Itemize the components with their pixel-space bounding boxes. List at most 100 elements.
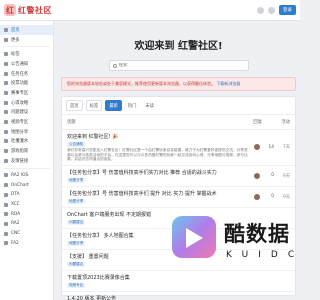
- logo-badge: 红: [4, 4, 16, 16]
- category-icon: [4, 90, 8, 95]
- table-row[interactable]: 欢迎来到 红警社区! 🎉 公告通知 我们非常高兴您能加入红警社区！红警社区是一个由红…: [62, 130, 295, 166]
- sidebar-item-label: RA2: [11, 221, 20, 227]
- topic-title[interactable]: 1.4.20 版本 更新公告: [67, 295, 260, 300]
- menu-icon[interactable]: [268, 6, 275, 14]
- sidebar-item[interactable]: RA2: [0, 219, 53, 229]
- sidebar-item-label: 视频专区: [11, 120, 29, 126]
- sidebar-item[interactable]: 投票功能: [0, 78, 53, 88]
- category-icon: [4, 183, 8, 188]
- sidebar-item-label: 地图分享: [11, 129, 29, 135]
- topic-title[interactable]: 【任务包分享】号 伤害值科技高手们 提升 对比 实力 提升 掌握战术: [67, 190, 251, 197]
- table-row[interactable]: 【任务包分享】号 伤害值科技高手们实力对比 推荐 合适的战斗实力 地图分享 0 9天: [62, 166, 295, 187]
- category-icon: [4, 52, 8, 57]
- sidebar-item[interactable]: FA2: [0, 238, 53, 248]
- topic-category: 公告通知: [67, 141, 251, 147]
- category-icon: [4, 139, 8, 144]
- activity-time: 7天: [282, 145, 290, 151]
- category-tag[interactable]: 问题建议: [67, 219, 86, 225]
- sidebar-divider: [3, 167, 50, 169]
- watermark-text: 酷数据: [224, 222, 290, 246]
- sidebar-item-label: OnChart: [11, 182, 29, 188]
- sidebar-item-label: 心得攻略: [11, 100, 29, 106]
- sidebar-item-label: RA2 IOS: [11, 172, 29, 178]
- sidebar-item-label: 友情链接: [11, 158, 29, 164]
- search-box[interactable]: [108, 60, 249, 71]
- category-icon: [4, 27, 8, 32]
- notice-link[interactable]: 下载新浏览器: [216, 81, 240, 86]
- category-icon: [4, 81, 8, 86]
- search-icon[interactable]: [257, 6, 264, 14]
- header-topic: 话题: [67, 120, 76, 125]
- sidebar-item[interactable]: XCC: [0, 200, 53, 210]
- site-logo[interactable]: 红 红警社区: [4, 4, 52, 16]
- header-replies: 回复: [253, 120, 262, 125]
- category-icon: [4, 37, 8, 42]
- sidebar-divider: [3, 46, 50, 48]
- tab[interactable]: 未读: [142, 101, 157, 110]
- page-title: 欢迎来到 红警社区!: [134, 41, 223, 52]
- topic-category: 地图分享: [67, 177, 251, 183]
- logo-text: 红警社区: [18, 5, 52, 15]
- table-row[interactable]: 【任务包分享】号 伤害值科技高手们 提升 对比 实力 提升 掌握战术 地图分享 0 9…: [62, 187, 295, 208]
- sidebar-item[interactable]: CNC: [0, 229, 53, 239]
- sidebar-item[interactable]: 吐槽灌水: [0, 137, 53, 147]
- browser-notice: 您的浏览器版本较低或处于兼容模式，推荐使用更新版本浏览器，以获得最佳体验。 下载…: [61, 77, 296, 91]
- sidebar-item-label: 赛事专区: [11, 90, 29, 96]
- search-icon: [112, 63, 117, 68]
- activity-time: 9天: [282, 194, 290, 200]
- category-tag[interactable]: 问题建议: [67, 261, 86, 267]
- category-icon: [4, 173, 8, 178]
- topic-title[interactable]: 【任务包分享】号 伤害值科技高手们实力对比 推荐 合适的战斗实力: [67, 169, 251, 176]
- category-tag[interactable]: 地图分享: [67, 198, 86, 204]
- table-row[interactable]: 1.4.20 版本 更新公告: [62, 292, 295, 300]
- category-tag[interactable]: 地图分享: [67, 240, 86, 246]
- search-input[interactable]: [118, 63, 239, 68]
- sidebar-item[interactable]: 地图分享: [0, 127, 53, 137]
- sidebar-item-label: 任务任务: [11, 71, 29, 77]
- tab[interactable]: 标签: [85, 100, 103, 111]
- sidebar-item[interactable]: 首页: [0, 25, 53, 35]
- topic-excerpt: 我们非常高兴您能加入红警社区！红警社区是一个由红警玩家自发组建，致力于为红警爱好…: [67, 148, 248, 162]
- sidebar-item[interactable]: 视频专区: [0, 117, 53, 127]
- tab[interactable]: 首页: [66, 100, 83, 111]
- sidebar-item[interactable]: RDA: [0, 209, 53, 219]
- sidebar: 首页更多标签公告通知任务任务投票功能赛事专区心得攻略问题建议视频专区地图分享吐槽…: [0, 21, 54, 300]
- tab[interactable]: 热门: [124, 101, 140, 110]
- category-tag[interactable]: 公告通知: [67, 142, 86, 147]
- category-icon: [4, 241, 8, 246]
- topic-body: 1.4.20 版本 更新公告: [67, 295, 260, 300]
- top-actions: 登录: [257, 5, 296, 15]
- sidebar-item[interactable]: 更多: [0, 35, 53, 45]
- sidebar-item[interactable]: 心得攻略: [0, 98, 53, 108]
- sidebar-item-label: 首页: [11, 27, 20, 33]
- sidebar-item[interactable]: 游戏指南: [0, 146, 53, 156]
- sidebar-item-label: 问题建议: [11, 110, 29, 116]
- sidebar-item-label: CNC: [11, 231, 21, 237]
- sidebar-item[interactable]: 赛事专区: [0, 88, 53, 98]
- category-icon: [4, 120, 8, 125]
- sidebar-item[interactable]: 问题建议: [0, 108, 53, 118]
- sidebar-item[interactable]: DTA: [0, 190, 53, 200]
- sidebar-item-label: 公告通知: [11, 61, 29, 67]
- category-icon: [4, 202, 8, 207]
- category-icon: [4, 192, 8, 197]
- category-icon: [4, 149, 8, 154]
- sidebar-item[interactable]: 标签: [0, 49, 53, 59]
- category-icon: [4, 61, 8, 66]
- sidebar-item[interactable]: OnChart: [0, 180, 53, 190]
- watermark-logo: [172, 216, 216, 258]
- topic-title[interactable]: 欢迎来到 红警社区! 🎉: [67, 133, 251, 140]
- topic-body: 欢迎来到 红警社区! 🎉 公告通知 我们非常高兴您能加入红警社区！红警社区是一个由红…: [67, 133, 251, 162]
- category-icon: [4, 231, 8, 236]
- tab[interactable]: 最新: [105, 100, 122, 111]
- topic-body: 【任务包分享】号 伤害值科技高手们 提升 对比 实力 提升 掌握战术 地图分享: [67, 190, 251, 204]
- sidebar-item[interactable]: 公告通知: [0, 59, 53, 69]
- sidebar-item[interactable]: 任务任务: [0, 69, 53, 79]
- sidebar-item[interactable]: RA2 IOS: [0, 171, 53, 181]
- sidebar-item-label: 投票功能: [11, 81, 29, 87]
- category-tag[interactable]: 地图分享: [67, 177, 86, 183]
- topic-category: 地图分享: [67, 198, 251, 204]
- sidebar-item[interactable]: 友情链接: [0, 156, 53, 166]
- category-tag[interactable]: 视频专区: [67, 282, 86, 288]
- login-button[interactable]: 登录: [279, 5, 296, 15]
